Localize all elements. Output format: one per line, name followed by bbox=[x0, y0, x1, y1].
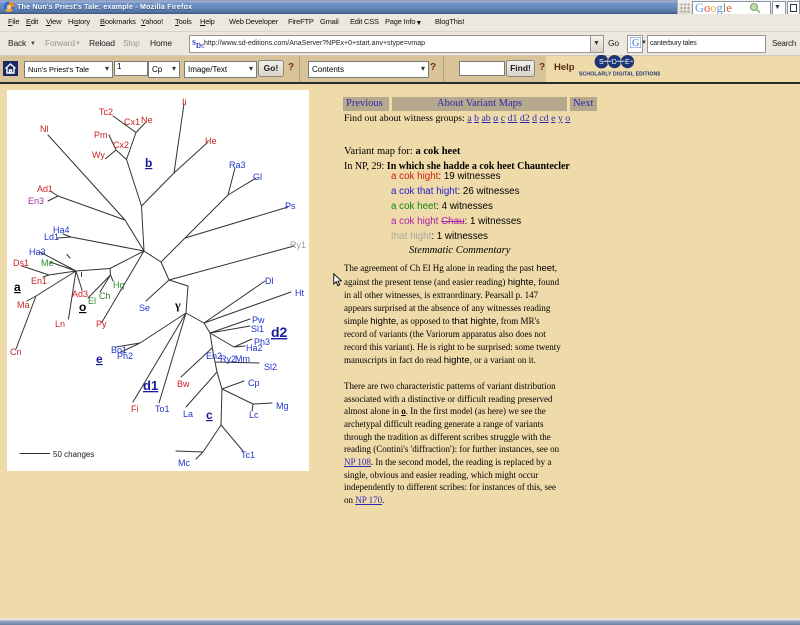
svg-text:Ld1: Ld1 bbox=[44, 232, 59, 242]
svg-text:Ps: Ps bbox=[285, 201, 296, 211]
svg-text:Py: Py bbox=[96, 319, 107, 329]
svg-text:Nl: Nl bbox=[40, 124, 49, 134]
svg-text:Ht: Ht bbox=[295, 288, 304, 298]
svg-text:Mc: Mc bbox=[178, 458, 190, 468]
svg-text:E: E bbox=[625, 59, 630, 66]
svg-text:Ad3: Ad3 bbox=[72, 289, 88, 299]
svg-text:Wy: Wy bbox=[92, 150, 105, 160]
svg-text:Cn: Cn bbox=[10, 347, 22, 357]
svg-text:G: G bbox=[632, 38, 639, 48]
svg-text:Ad1: Ad1 bbox=[37, 184, 53, 194]
svg-text:50 changes: 50 changes bbox=[53, 450, 94, 459]
svg-text:SCHOLARLY DIGITAL EDITIONS: SCHOLARLY DIGITAL EDITIONS bbox=[579, 72, 660, 78]
svg-text:Cp: Cp bbox=[248, 378, 260, 388]
svg-text:Ii: Ii bbox=[182, 97, 187, 107]
svg-text:Bw: Bw bbox=[177, 379, 190, 389]
svg-text:γ: γ bbox=[174, 298, 181, 312]
svg-text:Ds1: Ds1 bbox=[13, 258, 29, 268]
svg-text:En1: En1 bbox=[31, 276, 47, 286]
svg-text:Ra3: Ra3 bbox=[229, 160, 246, 170]
svg-text:Ph2: Ph2 bbox=[117, 351, 133, 361]
svg-text:Ch: Ch bbox=[99, 291, 111, 301]
svg-text:d2: d2 bbox=[271, 324, 288, 340]
svg-text:Tc1: Tc1 bbox=[241, 450, 255, 460]
svg-text:Mm: Mm bbox=[235, 354, 250, 364]
svg-text:Ma: Ma bbox=[17, 300, 30, 310]
svg-text:Ha2: Ha2 bbox=[246, 343, 263, 353]
svg-text:La: La bbox=[183, 409, 193, 419]
svg-text:Ry2: Ry2 bbox=[220, 354, 236, 364]
svg-text:c: c bbox=[206, 408, 213, 422]
svg-text:Lc: Lc bbox=[249, 410, 259, 420]
svg-text:S: S bbox=[599, 59, 604, 66]
svg-text:a: a bbox=[14, 280, 21, 294]
svg-text:D: D bbox=[612, 59, 617, 66]
svg-text:Me: Me bbox=[41, 258, 54, 268]
svg-text:Ne: Ne bbox=[141, 115, 153, 125]
svg-text:e: e bbox=[96, 352, 103, 366]
svg-text:El: El bbox=[88, 296, 96, 306]
svg-text:Tc2: Tc2 bbox=[99, 107, 113, 117]
svg-text:o: o bbox=[79, 300, 86, 314]
svg-text:b: b bbox=[145, 156, 152, 170]
svg-text:Fi: Fi bbox=[131, 404, 139, 414]
svg-text:Pm: Pm bbox=[94, 130, 108, 140]
svg-text:Cx1: Cx1 bbox=[124, 117, 140, 127]
svg-text:Ln: Ln bbox=[55, 319, 65, 329]
svg-text:Google: Google bbox=[695, 1, 732, 14]
svg-text:d1: d1 bbox=[143, 378, 158, 393]
svg-text:En3: En3 bbox=[28, 196, 44, 206]
svg-text:Dl: Dl bbox=[265, 276, 274, 286]
svg-text:Hg: Hg bbox=[113, 280, 125, 290]
svg-text:Sl1: Sl1 bbox=[251, 324, 264, 334]
svg-text:Se: Se bbox=[139, 303, 150, 313]
svg-text:He: He bbox=[205, 136, 217, 146]
svg-text:Ry1: Ry1 bbox=[290, 240, 306, 250]
svg-text:Cx2: Cx2 bbox=[113, 140, 129, 150]
svg-text:Gl: Gl bbox=[253, 172, 262, 182]
svg-text:To1: To1 bbox=[155, 404, 170, 414]
svg-text:Mg: Mg bbox=[276, 401, 289, 411]
svg-text:Sl2: Sl2 bbox=[264, 362, 277, 372]
svg-text:Ha3: Ha3 bbox=[29, 247, 46, 257]
